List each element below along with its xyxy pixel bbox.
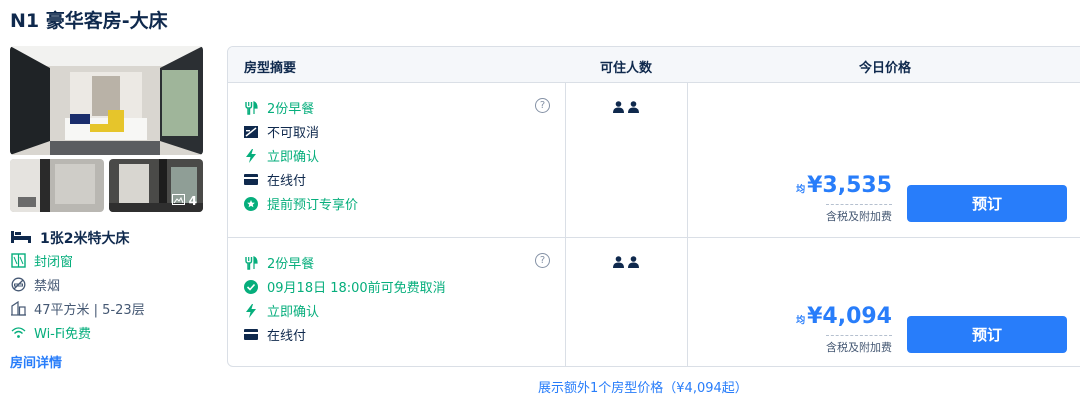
amenity-floor-area: 47平方米 | 5-23层: [10, 299, 145, 318]
feature-label: 在线付: [267, 329, 307, 344]
feature-early-booking: 提前预订专享价: [244, 194, 358, 213]
book-button[interactable]: 预订: [907, 185, 1067, 222]
header-summary: 房型摘要: [244, 61, 297, 76]
bed-label: 1张2米特大床: [40, 231, 130, 247]
feature-label: 提前预订专享价: [267, 198, 359, 213]
photo-count: 4: [188, 194, 197, 208]
amenity-label: Wi-Fi免费: [34, 327, 92, 342]
person-icon: [628, 101, 639, 113]
table-row: 2份早餐 不可取消 立即确认 在线付 提前预订专享价 ? 均 ¥3,535 含税…: [228, 83, 1080, 238]
window-icon: [10, 253, 26, 269]
bed-icon: [10, 229, 32, 247]
no-smoking-icon: [10, 277, 26, 293]
room-title: N1 豪华客房-大床: [10, 10, 168, 32]
image-icon: [171, 194, 185, 208]
feature-label: 立即确认: [267, 150, 320, 165]
no-cancel-icon: [244, 125, 258, 139]
room-price: 均 ¥3,535: [796, 173, 892, 198]
amenity-no-smoking: 禁烟: [10, 275, 60, 294]
breakfast-icon: [244, 255, 258, 270]
card-icon: [244, 173, 258, 187]
feature-label: 09月18日 18:00前可免费取消: [267, 281, 446, 296]
price-amount: ¥4,094: [807, 304, 892, 329]
book-button[interactable]: 预订: [907, 316, 1067, 353]
amenity-wifi: Wi-Fi免费: [10, 323, 91, 342]
room-photo-thumb-2[interactable]: 4: [109, 159, 203, 212]
avg-label: 均: [796, 185, 806, 195]
feature-label: 2份早餐: [267, 257, 315, 272]
avg-label: 均: [796, 316, 806, 326]
person-icon: [613, 101, 624, 113]
room-photo-main[interactable]: [10, 46, 203, 155]
person-icon: [613, 256, 624, 268]
star-badge-icon: [244, 196, 258, 211]
feature-label: 在线付: [267, 174, 307, 189]
lightning-icon: [244, 303, 258, 318]
amenity-label: 禁烟: [34, 279, 61, 294]
price-amount: ¥3,535: [807, 173, 892, 198]
wifi-icon: [10, 325, 26, 341]
feature-pay-online: 在线付: [244, 325, 306, 344]
bed-type: 1张2米特大床: [10, 228, 129, 248]
feature-instant-confirm: 立即确认: [244, 146, 319, 165]
card-icon: [244, 328, 258, 342]
amenity-label: 47平方米 | 5-23层: [34, 303, 145, 318]
show-more-rates-link[interactable]: 展示额外1个房型价格（¥4,094起）: [538, 377, 748, 396]
amenity-label: 封闭窗: [34, 255, 74, 270]
person-icon: [628, 256, 639, 268]
breakfast-icon: [244, 100, 258, 115]
room-details-link[interactable]: 房间详情: [10, 352, 62, 371]
help-icon[interactable]: ?: [535, 253, 550, 268]
guest-count: [613, 101, 639, 113]
photo-count-badge[interactable]: 4: [171, 194, 197, 208]
feature-label: 不可取消: [267, 126, 320, 141]
amenity-window: 封闭窗: [10, 251, 73, 270]
floor-area-icon: [10, 301, 26, 317]
feature-breakfast: 2份早餐: [244, 98, 314, 117]
feature-instant-confirm: 立即确认: [244, 301, 319, 320]
tax-note: 含税及附加费: [826, 204, 892, 224]
feature-pay-online: 在线付: [244, 170, 306, 189]
header-price: 今日价格: [859, 61, 912, 76]
lightning-icon: [244, 148, 258, 163]
table-header: 房型摘要 可住人数 今日价格: [228, 47, 1080, 83]
room-photo-thumb-1[interactable]: [10, 159, 104, 212]
feature-label: 立即确认: [267, 305, 320, 320]
check-circle-icon: [244, 279, 258, 294]
table-row: 2份早餐 09月18日 18:00前可免费取消 立即确认 在线付 ? 均 ¥4,…: [228, 238, 1080, 366]
guest-count: [613, 256, 639, 268]
feature-label: 2份早餐: [267, 102, 315, 117]
rate-table: 房型摘要 可住人数 今日价格 2份早餐 不可取消 立即确认 在线付 提前预订专享…: [227, 46, 1080, 367]
room-price: 均 ¥4,094: [796, 304, 892, 329]
feature-breakfast: 2份早餐: [244, 253, 314, 272]
help-icon[interactable]: ?: [535, 98, 550, 113]
header-guests: 可住人数: [600, 61, 653, 76]
tax-note: 含税及附加费: [826, 335, 892, 355]
feature-no-cancel: 不可取消: [244, 122, 319, 141]
feature-free-cancel: 09月18日 18:00前可免费取消: [244, 277, 446, 296]
